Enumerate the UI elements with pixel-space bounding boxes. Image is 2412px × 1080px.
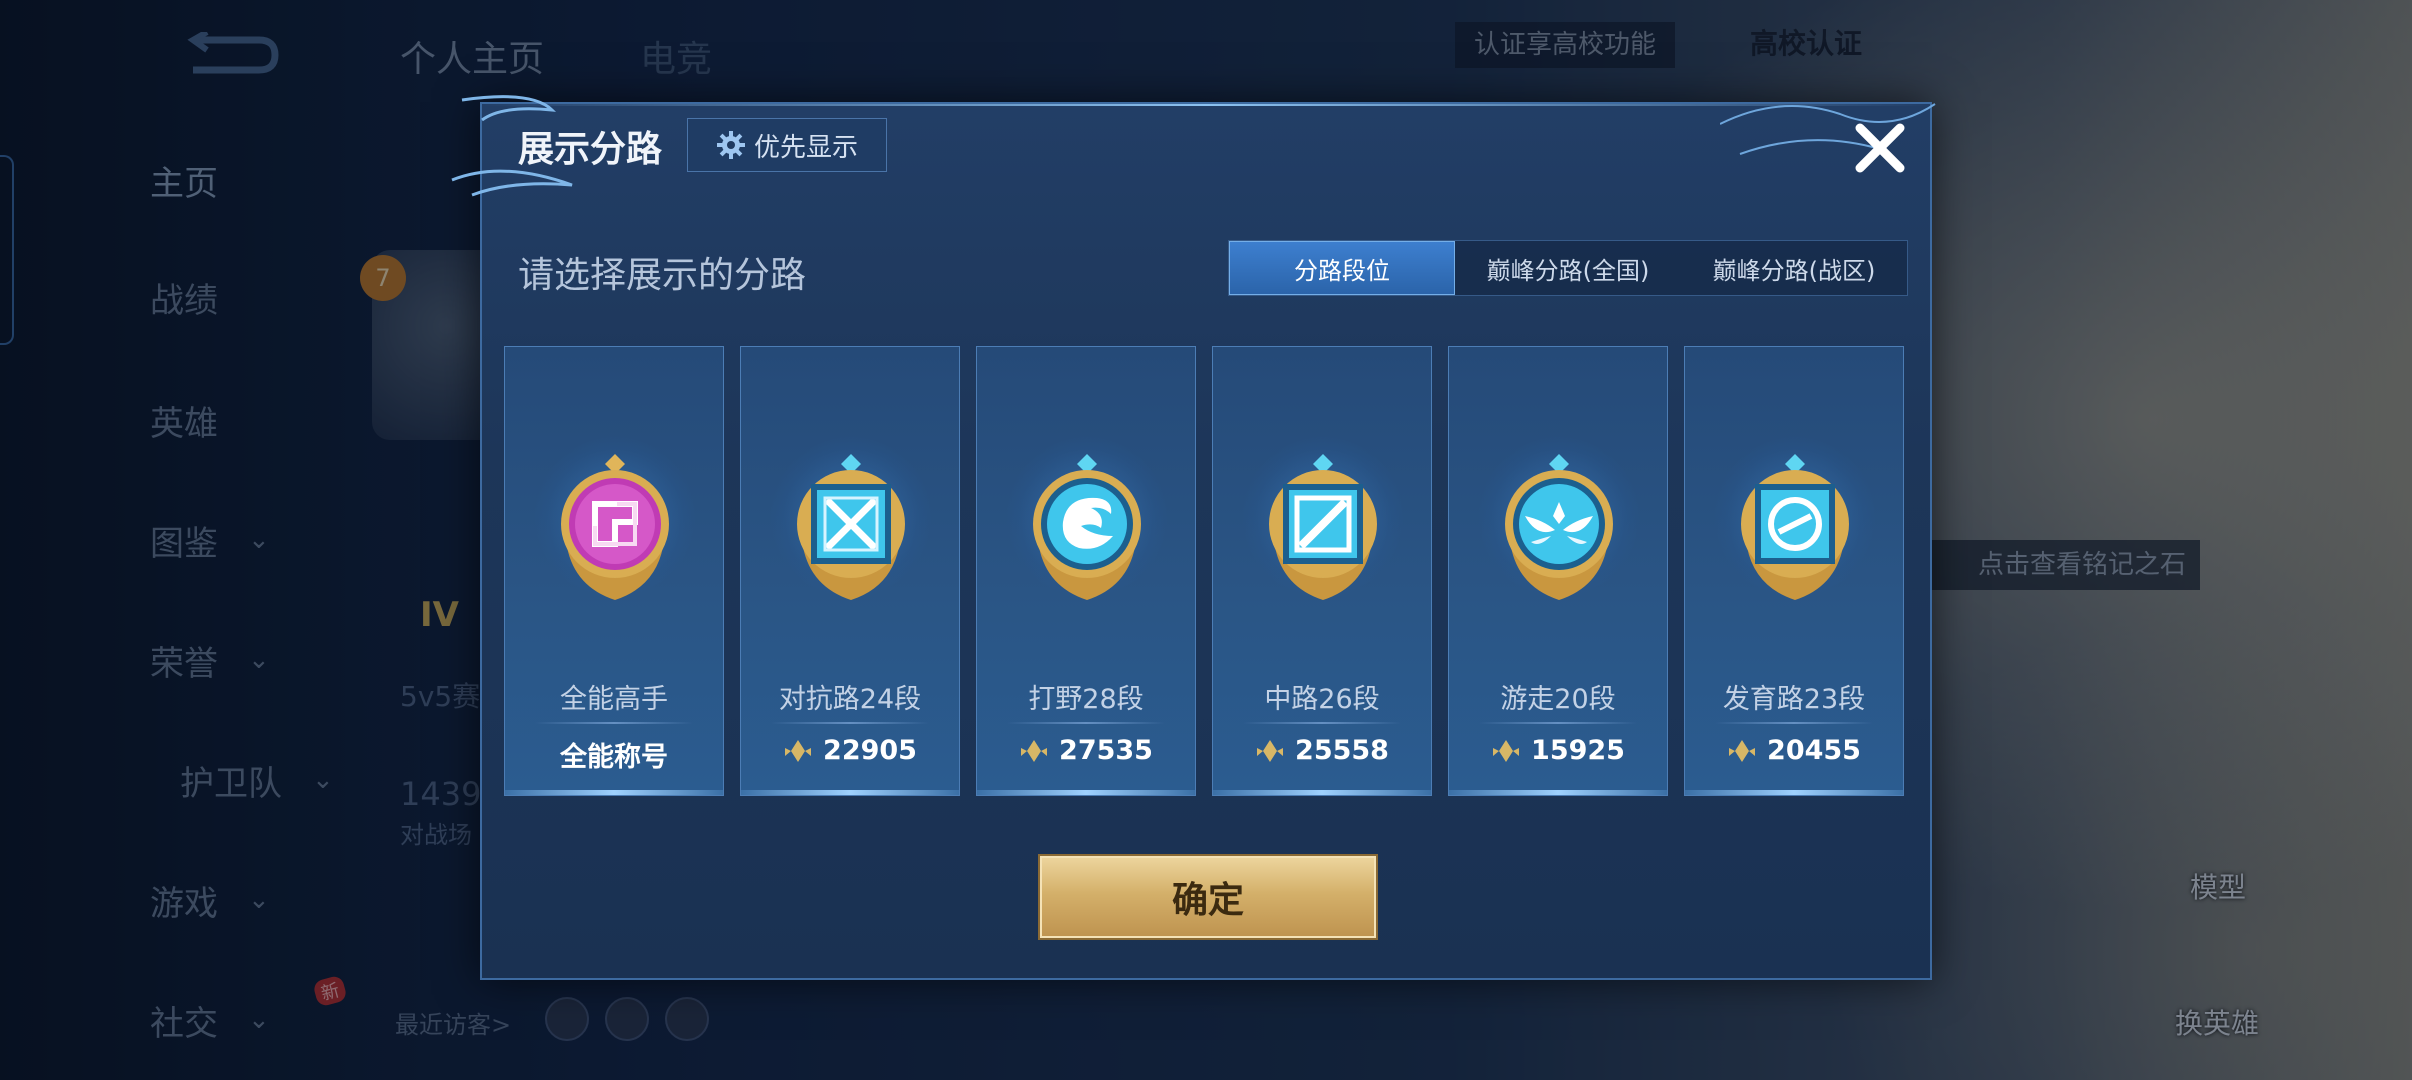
lane-card-clash[interactable]: 对抗路24段 22905	[740, 346, 960, 796]
lane-card-farm[interactable]: 发育路23段 20455	[1684, 346, 1904, 796]
points-icon	[1021, 739, 1048, 762]
clash-lane-emblem-icon	[797, 454, 905, 600]
points-icon	[1257, 739, 1284, 762]
lane-name: 发育路23段	[1722, 684, 1866, 715]
lane-card-mid[interactable]: 中路26段 25558	[1212, 346, 1432, 796]
divider	[535, 722, 693, 724]
lane-name: 中路26段	[1264, 684, 1380, 715]
points-icon	[1493, 739, 1520, 762]
lane-tabs: 分路段位 巅峰分路(全国) 巅峰分路(战区)	[1228, 240, 1908, 296]
lane-value: 25558	[1213, 735, 1431, 766]
lane-card-roam[interactable]: 游走20段 15925	[1448, 346, 1668, 796]
lane-value: 15925	[1449, 735, 1667, 766]
priority-display-label: 优先显示	[753, 132, 858, 163]
tab-peak-national[interactable]: 巅峰分路(全国)	[1455, 241, 1681, 295]
confirm-button[interactable]: 确定	[1040, 856, 1376, 938]
points-icon	[785, 739, 812, 762]
close-icon[interactable]	[1850, 118, 1910, 178]
lane-cards: 全能高手 全能称号 对抗路24段 22905 打野28段 27535 中路26段…	[504, 346, 1904, 796]
tab-lane-rank[interactable]: 分路段位	[1229, 241, 1455, 295]
lane-name: 游走20段	[1500, 684, 1616, 715]
lane-card-all-rounder[interactable]: 全能高手 全能称号	[504, 346, 724, 796]
farm-lane-emblem-icon	[1741, 454, 1849, 600]
points-icon	[1729, 739, 1756, 762]
divider	[1007, 722, 1165, 724]
divider	[771, 722, 929, 724]
lane-name: 全能高手	[560, 684, 668, 715]
section-title: 请选择展示的分路	[518, 255, 807, 296]
lane-value: 27535	[977, 735, 1195, 766]
lane-display-dialog: 展示分路 优先显示 请选择展示的分路 分路段位 巅峰分路(全国) 巅峰分路(战区…	[451, 95, 1936, 980]
jungle-emblem-icon	[1033, 454, 1141, 600]
divider	[1243, 722, 1401, 724]
divider	[1715, 722, 1873, 724]
mid-lane-emblem-icon	[1269, 454, 1377, 600]
all-rounder-emblem-icon	[561, 454, 669, 600]
lane-value: 20455	[1685, 735, 1903, 766]
lane-value: 22905	[741, 735, 959, 766]
dialog-title: 展示分路	[518, 129, 663, 170]
lane-name: 对抗路24段	[778, 684, 922, 715]
lane-name: 打野28段	[1028, 684, 1144, 715]
gear-icon	[716, 131, 745, 159]
lane-card-jungle[interactable]: 打野28段 27535	[976, 346, 1196, 796]
priority-display-button[interactable]: 优先显示	[687, 118, 887, 172]
divider	[1479, 722, 1637, 724]
roam-emblem-icon	[1505, 454, 1613, 600]
tab-peak-region[interactable]: 巅峰分路(战区)	[1681, 241, 1907, 295]
lane-value: 全能称号	[560, 742, 668, 773]
